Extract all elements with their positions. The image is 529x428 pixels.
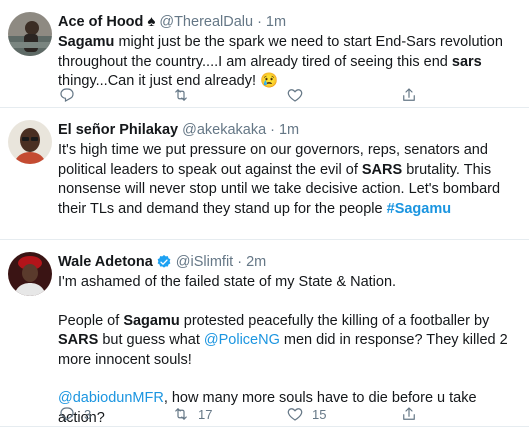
- author-handle[interactable]: @akekakaka: [182, 121, 266, 139]
- keyword-highlight: sars: [451, 53, 482, 70]
- reply-icon: [60, 407, 74, 422]
- author-handle[interactable]: @iSlimfit: [176, 253, 233, 271]
- avatar[interactable]: [8, 12, 52, 56]
- tweet-3[interactable]: Wale Adetona @iSlimfit · 2m I'm ashamed …: [0, 240, 529, 427]
- tweet-text: Sagamu might just be the spark we need t…: [58, 33, 515, 92]
- text-fragment: People of: [58, 312, 124, 329]
- share-icon: [403, 407, 415, 420]
- tweet-1[interactable]: Ace of Hood ♠ @TherealDalu · 1m Sagamu m…: [0, 0, 529, 108]
- keyword-highlight: SARS: [361, 161, 403, 178]
- reply-count: 3: [84, 406, 92, 422]
- timestamp[interactable]: 2m: [246, 253, 266, 271]
- author-handle[interactable]: @TherealDalu: [159, 13, 253, 31]
- retweet-button[interactable]: [172, 86, 286, 104]
- like-button[interactable]: [286, 86, 400, 104]
- share-button[interactable]: [400, 405, 418, 423]
- retweet-button[interactable]: 17: [172, 405, 286, 423]
- avatar[interactable]: [8, 252, 52, 296]
- author-name[interactable]: Wale Adetona: [58, 253, 153, 271]
- separator-dot: ·: [270, 122, 275, 138]
- retweet-icon: [175, 408, 187, 420]
- text-fragment: might just be the spark we need to start…: [58, 34, 503, 70]
- text-fragment: but guess what: [98, 332, 204, 348]
- tweet-2[interactable]: El señor Philakay @akekakaka · 1m It's h…: [0, 108, 529, 240]
- reply-icon: [60, 88, 74, 103]
- tweet-text: It's high time we put pressure on our go…: [58, 141, 515, 219]
- keyword-highlight: Sagamu: [123, 312, 180, 329]
- mention-link[interactable]: @dabiodunMFR: [58, 390, 164, 406]
- like-count: 15: [312, 406, 327, 422]
- author-name[interactable]: El señor Philakay: [58, 121, 178, 139]
- keyword-highlight: SARS: [58, 332, 99, 348]
- hashtag-link[interactable]: #Sagamu: [387, 201, 451, 217]
- timestamp[interactable]: 1m: [279, 121, 299, 139]
- separator-dot: ·: [237, 254, 243, 270]
- share-icon: [403, 88, 415, 101]
- text-fragment: protested peacefully the killing of a fo…: [179, 312, 490, 329]
- avatar[interactable]: [8, 120, 52, 164]
- tweet-paragraph: I'm ashamed of the failed state of my St…: [58, 273, 515, 293]
- mention-link[interactable]: @PoliceNG: [204, 332, 280, 348]
- author-name[interactable]: Ace of Hood: [58, 13, 143, 31]
- like-button[interactable]: 15: [286, 405, 400, 423]
- separator-dot: ·: [257, 14, 262, 30]
- heart-icon: [287, 408, 303, 421]
- timestamp[interactable]: 1m: [266, 13, 286, 31]
- tweet-paragraph: People of Sagamu protested peacefully th…: [58, 312, 515, 371]
- verified-badge-icon: [157, 255, 171, 268]
- retweet-count: 17: [198, 406, 213, 422]
- heart-icon: [287, 89, 303, 102]
- reply-button[interactable]: 3: [58, 405, 172, 423]
- spade-emoji: ♠: [147, 13, 156, 30]
- reply-button[interactable]: [58, 86, 172, 104]
- share-button[interactable]: [400, 86, 418, 104]
- keyword-highlight: Sagamu: [58, 34, 115, 50]
- retweet-icon: [175, 89, 187, 101]
- text-fragment: I'm ashamed of the failed state of my St…: [58, 274, 397, 290]
